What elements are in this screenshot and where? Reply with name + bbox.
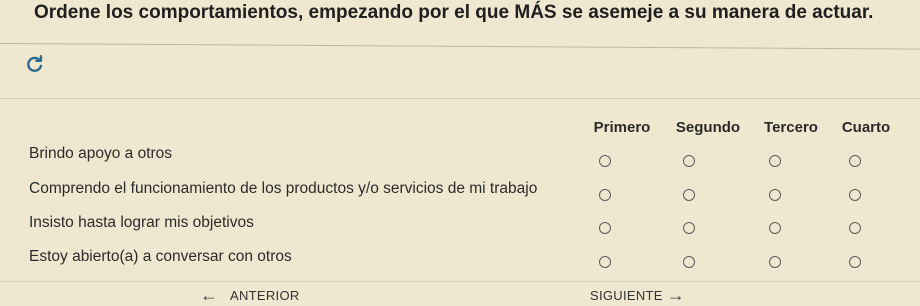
radio-option[interactable] — [849, 189, 861, 201]
previous-label: ANTERIOR — [230, 287, 300, 303]
next-label: SIGUIENTE — [590, 287, 663, 303]
radio-option[interactable] — [599, 189, 611, 201]
radio-option[interactable] — [769, 155, 781, 167]
row-label: Brindo apoyo a otros — [29, 145, 173, 162]
radio-option[interactable] — [683, 189, 695, 201]
radio-option[interactable] — [769, 256, 781, 268]
next-button[interactable]: SIGUIENTE → — [590, 286, 685, 304]
refresh-icon[interactable] — [24, 53, 46, 75]
divider — [0, 43, 920, 50]
radio-option[interactable] — [599, 222, 611, 234]
previous-button[interactable]: ← ANTERIOR — [200, 286, 300, 304]
radio-option[interactable] — [599, 256, 611, 268]
divider — [0, 98, 920, 99]
row-label: Comprendo el funcionamiento de los produ… — [29, 180, 538, 197]
question-title: Ordene los comportamientos, empezando po… — [34, 2, 874, 23]
column-header-primero: Primero — [593, 119, 651, 136]
radio-option[interactable] — [599, 155, 611, 167]
radio-option[interactable] — [849, 155, 861, 167]
row-label: Estoy abierto(a) a conversar con otros — [29, 248, 292, 265]
radio-option[interactable] — [683, 222, 695, 234]
column-header-tercero: Tercero — [764, 119, 818, 136]
radio-option[interactable] — [849, 256, 861, 268]
divider — [0, 281, 920, 282]
row-label: Insisto hasta lograr mis objetivos — [29, 214, 254, 231]
radio-option[interactable] — [849, 222, 861, 234]
radio-option[interactable] — [769, 222, 781, 234]
radio-option[interactable] — [683, 256, 695, 268]
radio-option[interactable] — [683, 155, 695, 167]
arrow-right-icon: → — [666, 285, 685, 305]
column-header-cuarto: Cuarto — [841, 119, 891, 136]
radio-option[interactable] — [769, 189, 781, 201]
column-header-segundo: Segundo — [675, 119, 741, 136]
arrow-left-icon: ← — [200, 285, 218, 305]
